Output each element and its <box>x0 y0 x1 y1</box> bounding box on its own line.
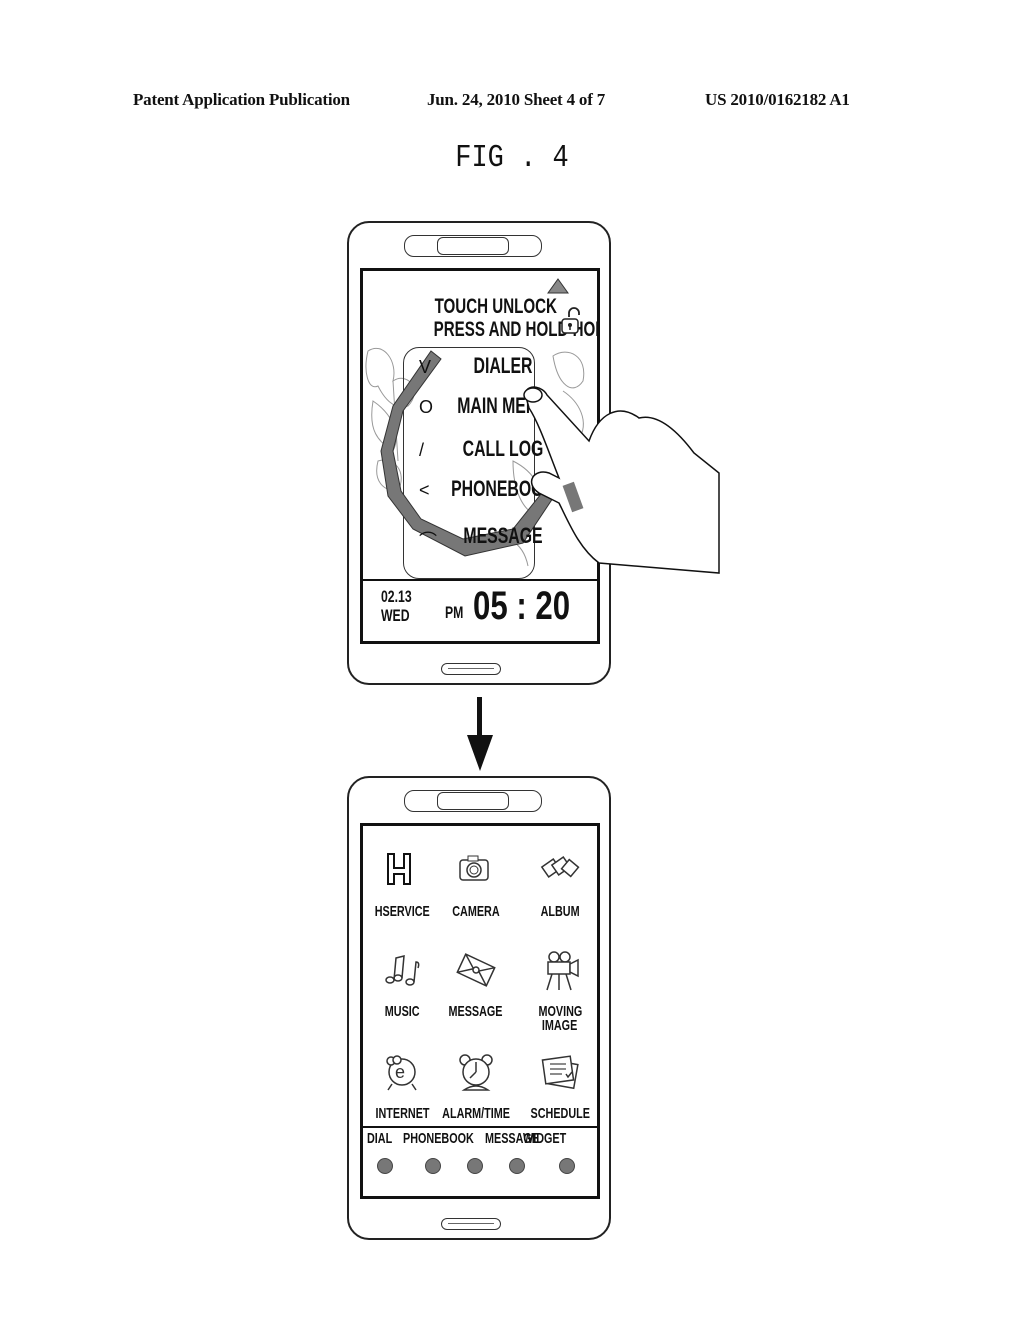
main-menu-screen: HSERVICE CAMERA ALBUM MUSIC MESSAGE MOVING IMA… <box>360 823 600 1199</box>
app-schedule[interactable]: SCHEDULE <box>523 1052 597 1121</box>
app-album[interactable]: ALBUM <box>523 850 597 919</box>
app-music[interactable]: MUSIC <box>365 950 439 1019</box>
page-indicator-dot[interactable] <box>467 1158 483 1174</box>
alarm-clock-icon <box>459 1054 493 1091</box>
phone-main-menu: HSERVICE CAMERA ALBUM MUSIC MESSAGE MOVING IMA… <box>347 776 611 1240</box>
hservice-icon <box>387 853 411 885</box>
app-hservice[interactable]: HSERVICE <box>365 850 439 919</box>
hand-pointer-image <box>523 386 720 574</box>
music-icon <box>385 955 420 986</box>
internet-icon: e <box>386 1055 417 1091</box>
app-moving-image[interactable]: MOVING IMAGE <box>523 950 597 1033</box>
dock-item-phonebook[interactable]: PHONEBOOK <box>403 1130 474 1147</box>
app-alarm-time[interactable]: ALARM/TIME <box>439 1052 513 1121</box>
camera-icon <box>459 855 489 881</box>
home-button[interactable] <box>441 1218 501 1230</box>
app-internet[interactable]: e INTERNET <box>365 1052 439 1121</box>
message-icon <box>456 953 496 987</box>
gesture-symbol: < <box>419 480 430 500</box>
weekday: WED <box>381 606 410 625</box>
app-label: CAMERA <box>452 903 500 920</box>
dock-item-dial[interactable]: DIAL <box>367 1130 392 1147</box>
date: 02.13 <box>381 587 412 606</box>
publication-number: US 2010/0162182 A1 <box>705 90 850 109</box>
dock-item-widget[interactable]: WIDGET <box>523 1130 566 1147</box>
app-label: ALBUM <box>540 903 580 920</box>
dock-bar: DIAL PHONEBOOK MESSAGE WIDGET <box>363 1126 597 1196</box>
figure-label: FIG . 4 <box>455 141 569 177</box>
app-label: IMAGE <box>542 1017 578 1034</box>
gesture-symbol: ⌒ <box>419 531 437 551</box>
movie-camera-icon <box>546 951 579 991</box>
clock-time: 05 : 20 <box>473 584 571 628</box>
page-indicator-dot[interactable] <box>559 1158 575 1174</box>
gesture-symbol: O <box>419 397 434 417</box>
phone-lock-screen: TOUCH UNLOCK PRESS AND HOLD HOLD V DIALER… <box>347 221 720 685</box>
down-arrow-icon <box>467 697 493 771</box>
publication-type: Patent Application Publication <box>133 90 350 109</box>
page-indicator-dot[interactable] <box>509 1158 525 1174</box>
page-indicator-dot[interactable] <box>377 1158 393 1174</box>
publication-date-sheet: Jun. 24, 2010 Sheet 4 of 7 <box>427 90 606 109</box>
app-label: MUSIC <box>384 1003 420 1020</box>
am-pm: PM <box>445 603 464 622</box>
app-camera[interactable]: CAMERA <box>439 850 513 919</box>
clock-bar: 02.13 WED PM 05 : 20 <box>363 579 597 641</box>
album-icon <box>540 856 580 878</box>
app-message[interactable]: MESSAGE <box>439 950 513 1019</box>
app-label: SCHEDULE <box>530 1105 590 1122</box>
schedule-icon <box>541 1055 579 1090</box>
gesture-symbol: / <box>419 440 425 460</box>
svg-text:e: e <box>395 1062 405 1082</box>
earpiece <box>404 790 542 812</box>
app-label: MESSAGE <box>448 1003 503 1020</box>
earpiece <box>404 235 542 257</box>
home-button[interactable] <box>441 663 501 675</box>
page-indicator-dot[interactable] <box>425 1158 441 1174</box>
gesture-symbol: V <box>419 357 432 377</box>
